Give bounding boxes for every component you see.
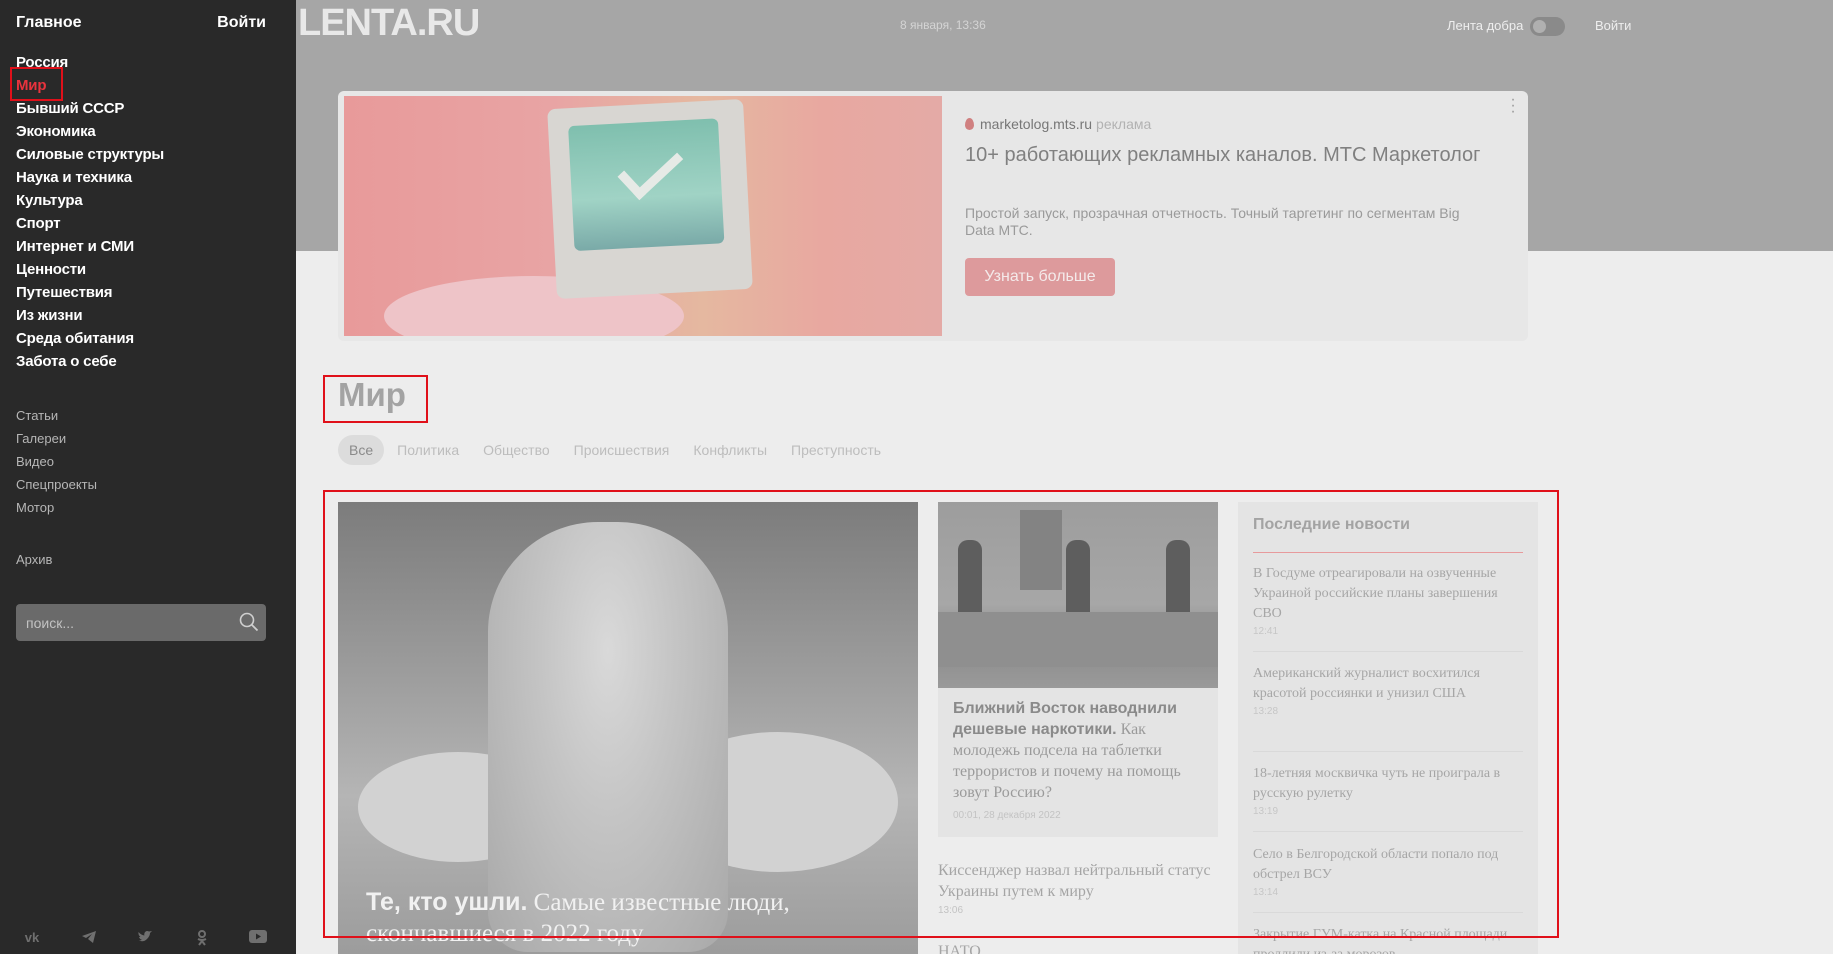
sidebar-search	[16, 604, 266, 641]
checkmark-icon	[617, 135, 684, 201]
search-icon[interactable]	[238, 611, 260, 638]
lenta-dobra-toggle[interactable]	[1530, 17, 1565, 36]
sidebar-item-internet[interactable]: Интернет и СМИ	[16, 235, 164, 258]
tab-conflicts[interactable]: Конфликты	[682, 435, 778, 465]
highlight-box-content	[323, 490, 1559, 938]
tab-incidents[interactable]: Происшествия	[563, 435, 681, 465]
telegram-icon[interactable]	[77, 930, 101, 949]
sidebar-item-travel[interactable]: Путешествия	[16, 281, 164, 304]
ad-monitor-screen	[568, 118, 725, 252]
sidebar-item-security[interactable]: Силовые структуры	[16, 143, 164, 166]
sidebar-secondary-nav: Статьи Галереи Видео Спецпроекты Мотор	[16, 404, 97, 519]
ad-learn-more-button[interactable]: Узнать больше	[965, 258, 1115, 296]
sidebar-item-environment[interactable]: Среда обитания	[16, 327, 164, 350]
header-date: 8 января, 13:36	[900, 18, 986, 32]
sidebar-item-articles[interactable]: Статьи	[16, 404, 97, 427]
ad-description: Простой запуск, прозрачная отчетность. Т…	[965, 205, 1460, 238]
sidebar-item-self-care[interactable]: Забота о себе	[16, 350, 164, 373]
sidebar: Главное Войти Россия Мир Бывший СССР Эко…	[0, 0, 296, 954]
sidebar-item-galleries[interactable]: Галереи	[16, 427, 97, 450]
tab-crime[interactable]: Преступность	[780, 435, 892, 465]
social-links: vk	[20, 930, 270, 949]
kebab-menu-icon[interactable]: · · ·	[1510, 92, 1516, 120]
ad-domain[interactable]: marketolog.mts.ru реклама	[965, 116, 1151, 132]
highlight-box-title	[323, 375, 428, 423]
highlight-box-sidebar-world	[10, 67, 63, 101]
mts-logo-icon	[965, 118, 974, 130]
ad-title[interactable]: 10+ работающих рекламных каналов. МТС Ма…	[965, 142, 1485, 168]
youtube-icon[interactable]	[246, 930, 270, 949]
home-link[interactable]: Главное	[16, 14, 82, 32]
vk-icon[interactable]: vk	[20, 930, 44, 949]
sidebar-item-archive[interactable]: Архив	[16, 548, 52, 571]
header-login-link[interactable]: Войти	[1595, 18, 1631, 33]
ad-domain-text: marketolog.mts.ru	[980, 116, 1093, 132]
sidebar-login-link[interactable]: Войти	[217, 14, 266, 32]
sidebar-item-culture[interactable]: Культура	[16, 189, 164, 212]
tab-society[interactable]: Общество	[472, 435, 561, 465]
tab-politics[interactable]: Политика	[386, 435, 470, 465]
sidebar-item-economy[interactable]: Экономика	[16, 120, 164, 143]
sidebar-item-motor[interactable]: Мотор	[16, 496, 97, 519]
sidebar-item-life[interactable]: Из жизни	[16, 304, 164, 327]
section-tabs: Все Политика Общество Происшествия Конфл…	[338, 435, 894, 465]
search-input[interactable]	[16, 604, 226, 641]
odnoklassniki-icon[interactable]	[190, 930, 214, 949]
logo[interactable]: LENTA.RU	[298, 2, 480, 45]
sidebar-item-video[interactable]: Видео	[16, 450, 97, 473]
sidebar-item-special-projects[interactable]: Спецпроекты	[16, 473, 97, 496]
tab-all[interactable]: Все	[338, 435, 385, 465]
sidebar-item-science[interactable]: Наука и техника	[16, 166, 164, 189]
lenta-dobra-label: Лента добра	[1447, 18, 1524, 33]
mid-news-item[interactable]: НАТО ...	[938, 943, 997, 954]
sidebar-item-values[interactable]: Ценности	[16, 258, 164, 281]
ad-monitor-illustration	[547, 99, 753, 299]
sidebar-top: Главное Войти	[16, 14, 266, 32]
ad-image[interactable]	[344, 96, 942, 336]
sidebar-item-sport[interactable]: Спорт	[16, 212, 164, 235]
twitter-icon[interactable]	[133, 930, 157, 949]
ad-tag: реклама	[1096, 116, 1152, 132]
